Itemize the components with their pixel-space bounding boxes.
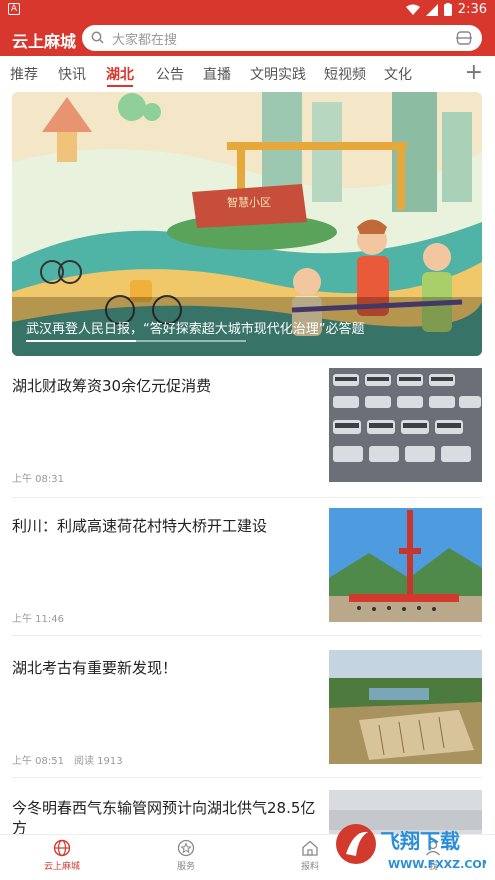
hero-banner[interactable]: 智慧小区 武汉再登人民日报，“答好探索超大城市现代化治理”必答题 (12, 92, 482, 356)
wifi-icon (405, 4, 420, 15)
tab-hubei[interactable]: 湖北 (106, 64, 134, 84)
nav-service-label: 服务 (176, 862, 195, 872)
signal-icon (425, 3, 438, 16)
nav-home-label: 云上麻城 (43, 862, 80, 872)
nav-home[interactable]: 云上麻城 (22, 839, 102, 872)
hero-caption: 武汉再登人民日报，“答好探索超大城市现代化治理”必答题 (26, 322, 365, 337)
channel-tabs: 推荐 快讯 湖北 公告 直播 文明实践 短视频 文化 + (0, 58, 495, 90)
tab-recommend[interactable]: 推荐 (10, 64, 38, 84)
tab-flash[interactable]: 快讯 (58, 64, 86, 84)
home-icon (302, 840, 318, 856)
news-title: 利川：利咸高速荷花村特大桥开工建设 (12, 517, 268, 535)
battery-icon (443, 3, 452, 16)
news-thumbnail (329, 650, 482, 764)
notification-badge: A (8, 3, 20, 15)
news-item[interactable]: 湖北财政筹资30余亿元促消费 上午 08:31 (12, 368, 482, 498)
watermark-logo: 飞翔下载 WWW.FXXZ.COM (336, 824, 486, 871)
news-title: 今冬明春西气东输管网预计向湖北供气28.5亿方 (12, 799, 316, 837)
news-thumbnail (329, 508, 482, 622)
search-placeholder: 大家都在搜 (112, 33, 178, 48)
carousel-indicator-fill (26, 340, 136, 342)
hero-sign-text: 智慧小区 (227, 195, 271, 209)
add-channel-icon[interactable]: + (465, 60, 483, 85)
news-item[interactable]: 利川：利咸高速荷花村特大桥开工建设 上午 11:46 (12, 508, 482, 636)
search-box[interactable]: 大家都在搜 (82, 25, 482, 51)
tab-culture[interactable]: 文化 (384, 64, 412, 84)
hero-illustration: 智慧小区 (12, 92, 482, 356)
app-bar: 云上麻城 大家都在搜 (0, 20, 495, 56)
status-bar: A 2:36 (0, 0, 495, 20)
news-thumbnail (329, 368, 482, 482)
news-item[interactable]: 湖北考古有重要新发现！ 上午 08:51 阅读 1913 (12, 650, 482, 778)
nav-report-label: 报料 (300, 862, 319, 872)
tab-live[interactable]: 直播 (203, 64, 231, 84)
tab-civilization[interactable]: 文明实践 (250, 64, 306, 84)
news-meta: 上午 08:51 阅读 1913 (12, 752, 133, 767)
watermark-url: WWW.FXXZ.COM (388, 858, 486, 871)
news-meta: 上午 08:31 (12, 470, 74, 485)
clock: 2:36 (457, 2, 487, 17)
active-tab-indicator (107, 85, 133, 87)
news-time: 上午 11:46 (12, 614, 64, 625)
globe-icon (53, 839, 71, 857)
star-circle-icon (177, 839, 195, 857)
scan-icon[interactable] (456, 30, 472, 46)
watermark-text: 飞翔下载 (380, 829, 460, 853)
news-time: 上午 08:31 (12, 474, 64, 485)
tab-short-video[interactable]: 短视频 (324, 64, 366, 84)
tab-notice[interactable]: 公告 (156, 64, 184, 84)
carousel-indicator (26, 340, 246, 342)
news-read-count: 阅读 1913 (74, 756, 123, 767)
news-meta: 上午 11:46 (12, 610, 74, 625)
nav-service[interactable]: 服务 (146, 839, 226, 872)
search-icon (91, 31, 104, 44)
news-title: 湖北考古有重要新发现！ (12, 659, 178, 677)
news-title: 湖北财政筹资30余亿元促消费 (12, 377, 212, 395)
news-time: 上午 08:51 (12, 756, 64, 767)
app-title: 云上麻城 (12, 32, 77, 51)
